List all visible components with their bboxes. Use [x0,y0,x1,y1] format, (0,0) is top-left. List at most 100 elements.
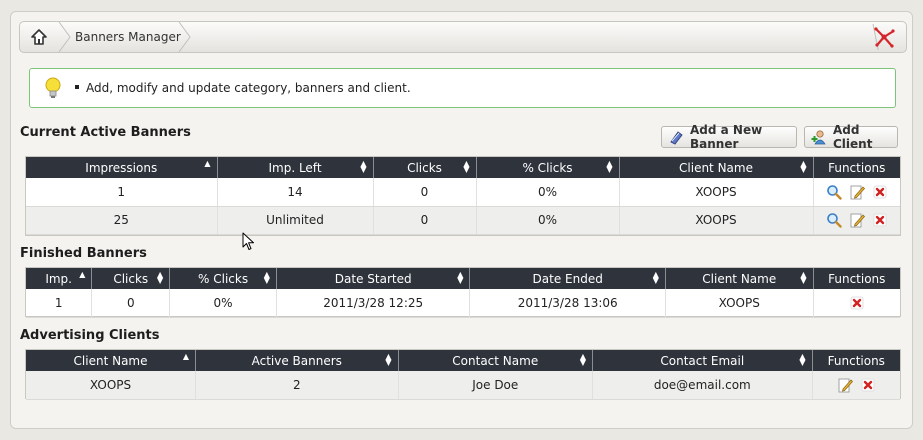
home-icon[interactable] [20,22,58,52]
mouse-cursor-icon [242,232,256,255]
sort-icon: ▲ ▼ [385,352,392,367]
column-header[interactable]: Contact Name ▲ ▼ [398,350,594,371]
column-label: Client Name [679,160,753,175]
column-header[interactable]: Client Name ▲ ▼ [619,157,814,178]
column-header[interactable]: Contact Email ▲ ▼ [592,350,813,371]
edit-icon[interactable] [849,184,865,200]
column-header[interactable]: Client Name ▲ ▼ [665,268,814,289]
sort-icon: ▲ ▼ [463,159,470,174]
active-banners-table: Impressions ▲ Imp. Left ▲ ▼ Clicks ▲ ▼ % Clic… [25,156,901,236]
sort-asc-icon: ▲ [79,270,86,279]
sort-asc-icon: ▲ [204,159,211,168]
add-client-icon [811,129,827,145]
cell: 0% [169,289,277,318]
sort-icon: ▲ ▼ [799,352,806,367]
column-header[interactable]: % Clicks ▲ ▼ [476,157,620,178]
delete-icon[interactable] [849,295,865,311]
column-label: Clicks [113,271,149,286]
add-banner-button[interactable]: Add a New Banner [661,123,797,151]
cell: XOOPS [26,371,197,400]
breadcrumb: Banners Manager [19,21,907,53]
column-label: Clicks [407,160,442,175]
cell: 25 [26,206,218,235]
column-header[interactable]: Imp. Left ▲ ▼ [217,157,374,178]
advertising-clients-heading: Advertising Clients [20,328,160,343]
column-header-functions: Functions [812,350,900,371]
functions-cell [812,371,900,400]
cell: 0 [91,289,171,318]
table-row: 1 0 0% 2011/3/28 12:25 2011/3/28 13:06 X… [26,289,900,318]
delete-icon[interactable] [872,212,888,228]
advertising-clients-table: Client Name ▲ Active Banners ▲ ▼ Contact Na… [25,349,901,400]
column-label: Client Name [702,271,777,286]
cell: 2011/3/28 13:06 [469,289,666,318]
column-header[interactable]: Clicks ▲ ▼ [373,157,477,178]
sort-icon: ▲ ▼ [457,270,464,285]
breadcrumb-separator [58,22,71,52]
column-label: Imp. Left [268,160,322,175]
add-client-label: Add Client [833,123,873,151]
table-header-row: Impressions ▲ Imp. Left ▲ ▼ Clicks ▲ ▼ % Clic… [26,157,900,178]
column-label: Impressions [85,160,158,175]
cell: 14 [217,178,374,207]
cell: XOOPS [665,289,814,318]
column-header[interactable]: Date Started ▲ ▼ [276,268,471,289]
cell: XOOPS [619,206,814,235]
column-header[interactable]: Client Name ▲ [26,350,197,371]
column-header-functions: Functions [813,268,900,289]
cell: 0% [476,178,620,207]
table-row: 1 14 0 0% XOOPS [26,178,900,207]
table-row: XOOPS 2 Joe Doe doe@email.com [26,371,900,400]
edit-icon[interactable] [849,212,865,228]
column-header[interactable]: Active Banners ▲ ▼ [195,350,399,371]
column-label: Client Name [73,353,148,368]
column-label: Contact Name [452,353,539,368]
column-label: % Clicks [198,271,249,286]
breadcrumb-title[interactable]: Banners Manager [75,30,181,44]
column-label: Date Ended [532,271,603,286]
cell: doe@email.com [592,371,813,400]
sort-icon: ▲ ▼ [579,352,586,367]
column-label: Date Started [334,271,412,286]
delete-icon[interactable] [860,377,876,393]
cell: Unlimited [217,206,374,235]
add-client-button[interactable]: Add Client [804,123,898,151]
sort-icon: ▲ ▼ [652,270,659,285]
column-header[interactable]: Impressions ▲ [26,157,218,178]
column-header-functions: Functions [813,157,900,178]
edit-icon[interactable] [837,377,853,393]
tip-text: Add, modify and update category, banners… [75,81,411,95]
column-label: Contact Email [660,353,745,368]
sort-asc-icon: ▲ [182,352,190,361]
delete-icon[interactable] [872,184,888,200]
column-header[interactable]: Date Ended ▲ ▼ [469,268,666,289]
xoops-logo-icon[interactable] [862,22,906,52]
sort-icon: ▲ ▼ [263,270,270,285]
current-active-banners-heading: Current Active Banners [20,125,191,140]
table-header-row: Imp. ▲ Clicks ▲ ▼ % Clicks ▲ ▼ Date Started ▲ ▼… [26,268,900,289]
sort-icon: ▲ ▼ [606,159,613,174]
cell: 2011/3/28 12:25 [276,289,471,318]
table-row: 25 Unlimited 0 0% XOOPS [26,206,900,235]
sort-icon: ▲ ▼ [800,159,807,174]
functions-cell [813,206,900,235]
sort-icon: ▲ ▼ [800,270,807,285]
table-header-row: Client Name ▲ Active Banners ▲ ▼ Contact Na… [26,350,900,371]
column-header[interactable]: Clicks ▲ ▼ [91,268,171,289]
info-tip-box: Add, modify and update category, banners… [29,68,896,108]
finished-banners-table: Imp. ▲ Clicks ▲ ▼ % Clicks ▲ ▼ Date Started ▲ ▼… [25,267,901,318]
view-icon[interactable] [826,184,842,200]
view-icon[interactable] [826,212,842,228]
column-header[interactable]: Imp. ▲ [26,268,93,289]
cell: 0% [476,206,620,235]
functions-cell [813,178,900,207]
cell: 1 [26,289,93,318]
cell: Joe Doe [398,371,594,400]
cell: 1 [26,178,218,207]
functions-cell [813,289,900,318]
add-banner-label: Add a New Banner [690,123,763,151]
column-header[interactable]: % Clicks ▲ ▼ [169,268,277,289]
add-banner-icon [668,129,684,145]
lightbulb-icon [42,76,64,103]
breadcrumb-separator [178,22,191,52]
